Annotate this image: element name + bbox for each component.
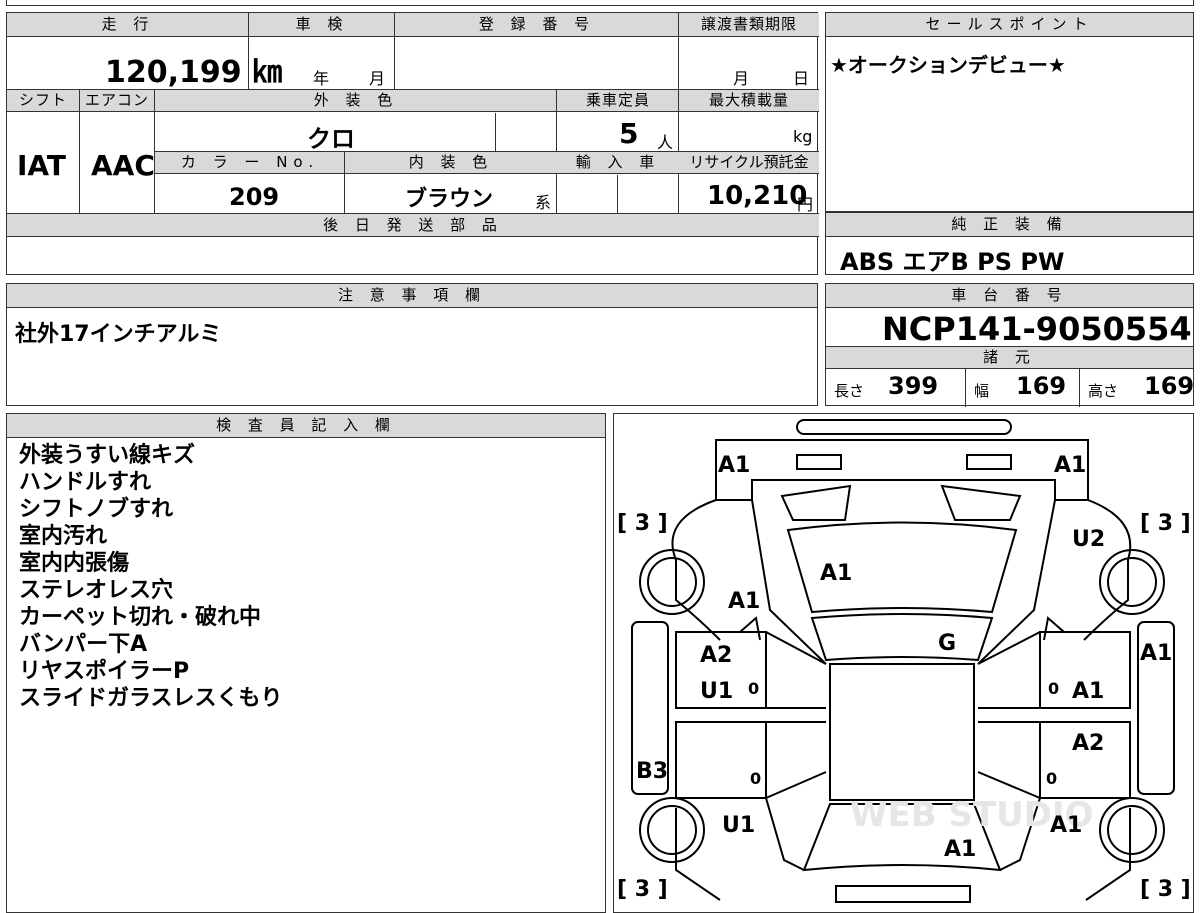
code-right-door-rear: A2 bbox=[1072, 731, 1104, 756]
height-label: 高さ bbox=[1088, 382, 1119, 400]
aircon-header: エアコン bbox=[79, 90, 155, 112]
code-left-mirror-tread: 0 bbox=[748, 679, 759, 698]
exterior-color-value: クロ bbox=[307, 125, 355, 153]
code-rear-left: U1 bbox=[722, 813, 755, 838]
code-windshield: G bbox=[938, 631, 956, 656]
remark-2: ハンドルすれ bbox=[19, 470, 152, 495]
length-label: 長さ bbox=[834, 382, 865, 400]
chassis-box: 車 台 番 号 NCP141-9050554 諸 元 長さ 399 幅 169 … bbox=[825, 283, 1195, 407]
interior-color-header: 内 装 色 bbox=[345, 152, 557, 174]
interior-color-suffix: 系 bbox=[535, 193, 552, 212]
shift-value: IAT bbox=[17, 149, 67, 182]
inspection-year-unit: 年 bbox=[313, 69, 330, 88]
width-value: 169 bbox=[1016, 372, 1067, 400]
sales-point-box: セールスポイント ★オークションデビュー★ bbox=[825, 12, 1194, 212]
transfer-deadline-header: 譲渡書類期限 bbox=[679, 13, 819, 37]
code-right-door-rear-tread: 0 bbox=[1046, 769, 1057, 788]
inspection-month-unit: 月 bbox=[369, 69, 386, 88]
remark-5: 室内内張傷 bbox=[19, 551, 130, 576]
height-value: 169 bbox=[1144, 372, 1195, 400]
later-parts-header: 後 日 発 送 部 品 bbox=[7, 214, 819, 237]
code-left-side: A1 bbox=[1140, 641, 1172, 666]
sales-point-value: ★オークションデビュー★ bbox=[830, 53, 1066, 77]
car-diagram: WEB STUDIO A1 A1 [ 3 ] [ 3 ] U2 A1 A1 G … bbox=[617, 419, 1191, 903]
notes-value: 社外17インチアルミ bbox=[15, 322, 222, 347]
max-load-unit: kg bbox=[793, 127, 813, 146]
genuine-equipment-header: 純 正 装 備 bbox=[826, 213, 1193, 237]
code-fender-right: U2 bbox=[1072, 527, 1105, 552]
code-right-door-front-tread: 0 bbox=[1048, 679, 1059, 698]
mileage-header: 走 行 bbox=[7, 13, 249, 37]
registration-header: 登 録 番 号 bbox=[395, 13, 679, 37]
remark-10: スライドガラスレスくもり bbox=[19, 686, 283, 711]
vehicle-info-table: 走 行 車 検 登 録 番 号 譲渡書類期限 120,199 ㎞ 年 月 月 日… bbox=[6, 12, 819, 275]
notes-box: 注 意 事 項 欄 社外17インチアルミ bbox=[6, 283, 818, 406]
mileage-value: 120,199 ㎞ bbox=[105, 55, 283, 90]
code-right-door-front: A1 bbox=[1072, 679, 1104, 704]
code-left-quarter: B3 bbox=[636, 759, 668, 784]
code-front-right: A1 bbox=[1054, 453, 1086, 478]
sales-point-header: セールスポイント bbox=[826, 13, 1193, 37]
shift-header: シフト bbox=[7, 90, 79, 112]
genuine-equipment-box: 純 正 装 備 ABS エアB PS PW bbox=[825, 212, 1194, 276]
code-hood: A1 bbox=[820, 561, 852, 586]
remark-6: ステレオレス穴 bbox=[19, 578, 174, 603]
code-tire-rl: [ 3 ] bbox=[617, 877, 668, 902]
color-no-value: 209 bbox=[229, 183, 280, 211]
code-fender-left: A1 bbox=[728, 589, 760, 614]
car-diagram-box: WEB STUDIO A1 A1 [ 3 ] [ 3 ] U2 A1 A1 G … bbox=[613, 413, 1194, 913]
notes-header: 注 意 事 項 欄 bbox=[7, 284, 817, 308]
specs-header: 諸 元 bbox=[826, 347, 1193, 369]
remark-1: 外装うすい線キズ bbox=[19, 443, 196, 468]
code-left-door-rear-tread: 0 bbox=[750, 769, 761, 788]
exterior-color-header: 外 装 色 bbox=[155, 90, 557, 112]
length-value: 399 bbox=[888, 372, 939, 400]
code-rear: A1 bbox=[944, 837, 976, 862]
code-front-left: A1 bbox=[718, 453, 750, 478]
recycle-fee-header: リサイクル預託金 bbox=[679, 152, 819, 174]
aircon-value: AAC bbox=[91, 149, 155, 182]
code-tire-fl: [ 3 ] bbox=[617, 511, 668, 536]
inspector-header: 検 査 員 記 入 欄 bbox=[7, 414, 605, 438]
color-no-header: カ ラ ー No. bbox=[155, 152, 345, 174]
capacity-value: 5 bbox=[619, 117, 639, 150]
capacity-unit: 人 bbox=[657, 133, 674, 152]
recycle-fee-unit: 円 bbox=[797, 195, 814, 214]
max-load-header: 最大積載量 bbox=[679, 90, 819, 112]
remark-8: バンパー下A bbox=[19, 632, 148, 657]
remark-9: リヤスポイラーP bbox=[19, 659, 190, 684]
interior-color-value: ブラウン bbox=[405, 187, 494, 212]
genuine-equipment-value: ABS エアB PS PW bbox=[840, 248, 1065, 276]
import-car-header: 輸 入 車 bbox=[557, 152, 679, 174]
inspection-header: 車 検 bbox=[249, 13, 395, 37]
recycle-fee-value: 10,210 bbox=[707, 181, 808, 211]
remark-3: シフトノブすれ bbox=[19, 497, 174, 522]
transfer-month-unit: 月 bbox=[733, 69, 750, 88]
capacity-header: 乗車定員 bbox=[557, 90, 679, 112]
transfer-day-unit: 日 bbox=[793, 69, 810, 88]
code-rear-right: A1 bbox=[1050, 813, 1082, 838]
chassis-number-header: 車 台 番 号 bbox=[826, 284, 1193, 308]
code-tire-rr: [ 3 ] bbox=[1140, 877, 1191, 902]
remark-7: カーペット切れ・破れ中 bbox=[19, 605, 262, 630]
code-tire-fr: [ 3 ] bbox=[1140, 511, 1191, 536]
chassis-number-value: NCP141-9050554 bbox=[882, 310, 1192, 348]
code-left-door-front-2: U1 bbox=[700, 679, 733, 704]
inspector-box: 検 査 員 記 入 欄 外装うすい線キズ ハンドルすれ シフトノブすれ 室内汚れ… bbox=[6, 413, 606, 913]
code-left-door-front-1: A2 bbox=[700, 643, 732, 668]
remark-4: 室内汚れ bbox=[19, 524, 108, 549]
width-label: 幅 bbox=[974, 382, 990, 400]
top-strip bbox=[6, 0, 1194, 6]
